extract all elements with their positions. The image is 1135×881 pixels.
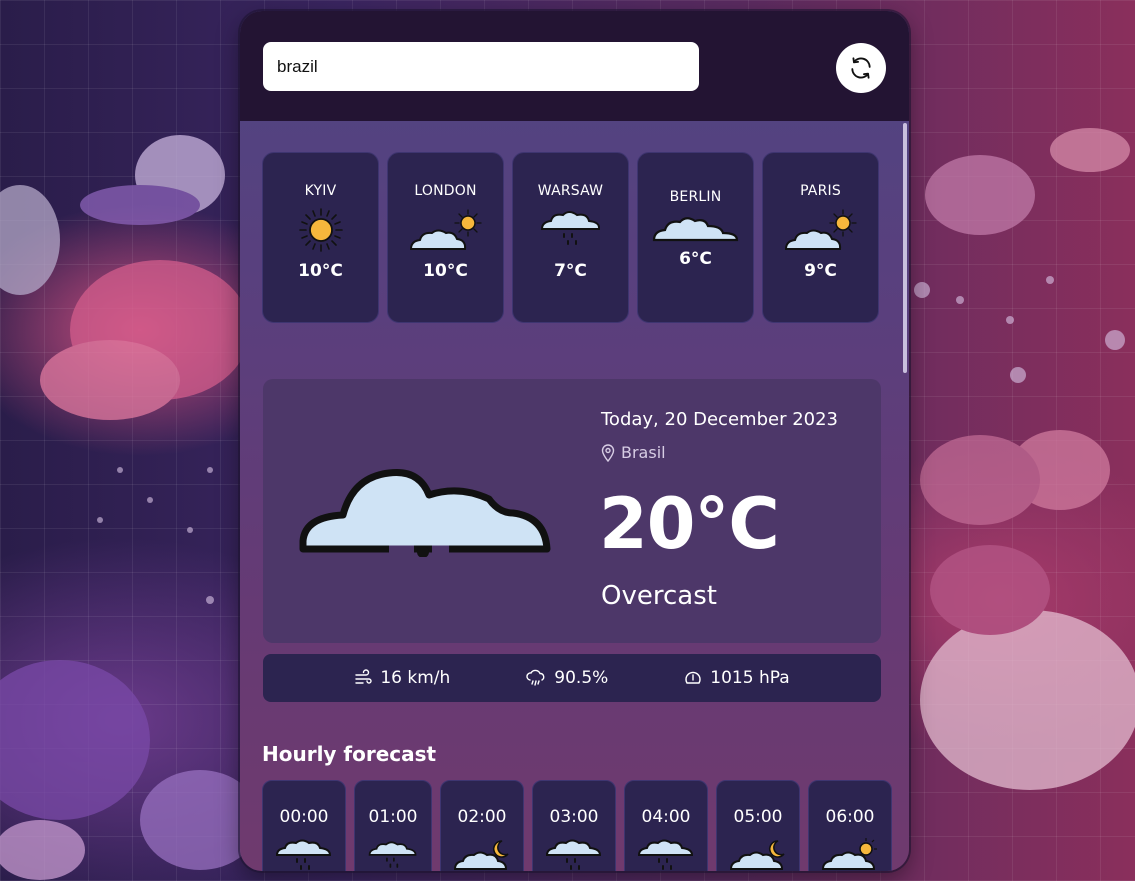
hour-time: 01:00 <box>368 807 418 827</box>
partly-cloudy-icon <box>821 838 877 870</box>
rain-cloud-icon <box>275 839 332 870</box>
cloud-icon <box>652 217 738 242</box>
cloudy-night-icon <box>453 840 509 870</box>
city-temp: 9°C <box>804 261 837 281</box>
hour-card[interactable]: 04:00 <box>624 780 708 871</box>
humidity-value: 90.5% <box>554 668 609 688</box>
pressure-gauge-icon <box>685 671 701 684</box>
hour-card[interactable]: 05:00 <box>716 780 800 871</box>
pressure-value: 1015 hPa <box>710 668 790 688</box>
hour-time: 04:00 <box>641 807 691 827</box>
city-temp: 7°C <box>554 261 587 281</box>
pressure-stat: 1015 hPa <box>684 668 790 688</box>
current-temperature: 20°C <box>599 483 780 565</box>
current-condition: Overcast <box>601 581 717 611</box>
city-card-kyiv[interactable]: KYIV 10°C <box>262 152 379 323</box>
hour-time: 02:00 <box>457 807 507 827</box>
city-card-berlin[interactable]: BERLIN 6°C <box>637 152 754 323</box>
sun-icon <box>298 208 343 252</box>
city-name: LONDON <box>414 183 477 199</box>
city-temp: 6°C <box>679 249 712 269</box>
scrollbar[interactable] <box>903 123 907 373</box>
partly-cloudy-icon <box>409 209 482 250</box>
weather-stats-bar: 16 km/h 90.5% 1015 hPa <box>263 654 881 702</box>
city-name: WARSAW <box>537 183 604 199</box>
city-card-paris[interactable]: PARIS 9°C <box>762 152 879 323</box>
overcast-cloud-icon <box>299 468 551 557</box>
location-name: Brasil <box>621 443 666 462</box>
refresh-icon <box>851 57 871 79</box>
wind-value: 16 km/h <box>380 668 451 688</box>
hour-card[interactable]: 00:00 <box>262 780 346 871</box>
wind-icon <box>355 669 372 684</box>
city-card-warsaw[interactable]: WARSAW 7°C <box>512 152 629 323</box>
city-temp: 10°C <box>423 261 468 281</box>
wind-stat: 16 km/h <box>354 668 450 688</box>
rain-cloud-icon <box>368 841 417 868</box>
hour-card[interactable]: 06:00 <box>808 780 892 871</box>
hourly-forecast-title: Hourly forecast <box>262 742 437 766</box>
city-name: KYIV <box>304 183 337 199</box>
city-card-london[interactable]: LONDON 10°C <box>387 152 504 323</box>
hour-card[interactable]: 02:00 <box>440 780 524 871</box>
refresh-button[interactable] <box>836 43 886 93</box>
hour-time: 00:00 <box>279 807 329 827</box>
current-weather-card: Today, 20 December 2023 Brasil 20°C Over… <box>263 379 881 643</box>
rain-cloud-icon <box>540 211 600 245</box>
hour-card[interactable]: 01:00 <box>354 780 432 871</box>
hour-time: 05:00 <box>733 807 783 827</box>
current-location: Brasil <box>601 443 666 462</box>
location-pin-icon <box>601 443 615 462</box>
cloudy-night-icon <box>729 840 785 870</box>
hour-card[interactable]: 03:00 <box>532 780 616 871</box>
rain-cloud-icon <box>545 839 602 870</box>
hour-time: 03:00 <box>549 807 599 827</box>
city-name: BERLIN <box>669 189 722 205</box>
partly-cloudy-icon <box>784 209 857 250</box>
city-list: KYIV 10°C LONDON 10°C WARSAW 7°C BERLIN … <box>262 152 879 323</box>
humidity-cloud-icon <box>526 669 545 686</box>
top-bar <box>240 11 909 121</box>
humidity-stat: 90.5% <box>526 668 608 688</box>
rain-cloud-icon <box>637 839 694 870</box>
city-name: PARIS <box>800 183 841 199</box>
city-temp: 10°C <box>298 261 343 281</box>
current-date: Today, 20 December 2023 <box>601 409 838 430</box>
hour-time: 06:00 <box>825 807 875 827</box>
search-input[interactable] <box>263 42 699 91</box>
weather-app: KYIV 10°C <box>240 11 909 871</box>
hourly-forecast-list[interactable]: 00:00 01:00 02:00 03:00 04:00 05:00 06:0… <box>262 780 892 871</box>
